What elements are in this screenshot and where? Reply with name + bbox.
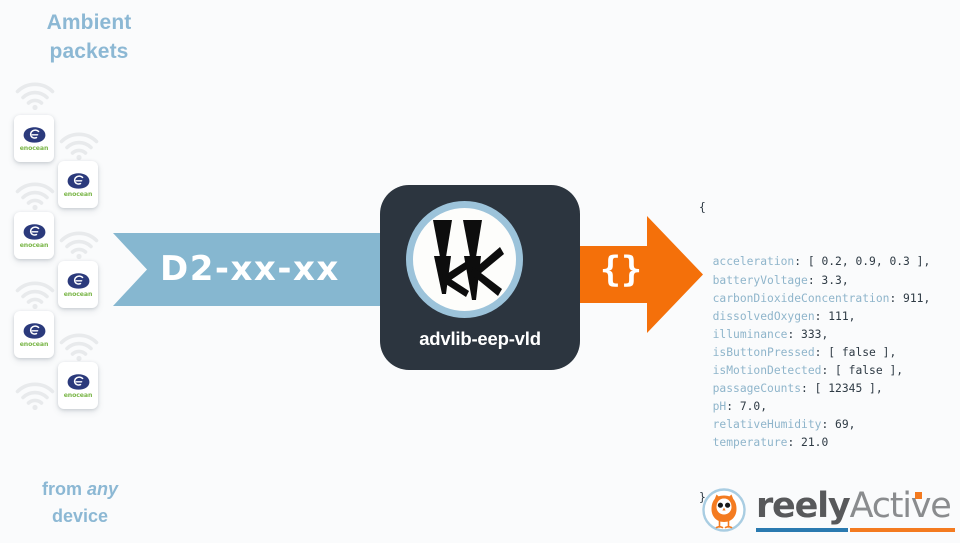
- input-banner-label: D2-xx-xx: [160, 249, 340, 289]
- json-key: temperature: [712, 436, 788, 450]
- json-key: pH: [712, 400, 727, 414]
- from-any-device-footnote: from any device: [6, 476, 154, 530]
- enocean-logo-icon: [22, 322, 47, 340]
- json-value: : [ false ],: [814, 345, 897, 359]
- json-value: : 7.0,: [726, 400, 768, 414]
- advlib-logo-glyph: [406, 201, 523, 318]
- json-key: passageCounts: [712, 382, 802, 396]
- json-entry-list: acceleration: [ 0.2, 0.9, 0.3 ], battery…: [699, 253, 931, 452]
- wifi-icon: [58, 231, 100, 259]
- wifi-icon: [14, 281, 56, 309]
- heading-line-1: Ambient: [46, 11, 132, 34]
- output-arrow-label: {}: [599, 250, 643, 290]
- reelyactive-logo[interactable]: reelyActive: [702, 486, 955, 534]
- json-value: : 333,: [787, 327, 829, 341]
- json-entry: isMotionDetected: [ false ],: [699, 362, 930, 380]
- json-value: : 3.3,: [807, 273, 849, 287]
- enocean-wordmark: enocean: [19, 144, 49, 152]
- json-key: dissolvedOxygen: [712, 309, 815, 323]
- json-value: : [ false ],: [821, 364, 904, 378]
- enocean-device-card: enocean: [14, 311, 54, 358]
- json-key: relativeHumidity: [712, 418, 822, 432]
- json-entry: dissolvedOxygen: 111,: [699, 308, 930, 326]
- json-key: batteryVoltage: [712, 273, 808, 287]
- enocean-device-card: enocean: [58, 161, 98, 208]
- enocean-logo-icon: [66, 272, 91, 290]
- enocean-logo-icon: [22, 126, 47, 144]
- wordmark-i-dot: [915, 492, 922, 499]
- wordmark-reely: reely: [756, 486, 851, 526]
- wordmark-underline-orange: [850, 528, 955, 532]
- enocean-device-card: enocean: [14, 115, 54, 162]
- json-value: : 111,: [814, 309, 856, 323]
- footnote-prefix: from: [41, 479, 87, 499]
- wifi-icon: [58, 333, 100, 361]
- enocean-wordmark: enocean: [63, 190, 93, 198]
- enocean-wordmark: enocean: [19, 241, 49, 249]
- json-value: : [ 0.2, 0.9, 0.3 ],: [794, 255, 931, 269]
- json-key: carbonDioxideConcentration: [712, 291, 890, 305]
- wordmark-underline-blue: [756, 528, 848, 532]
- json-value: : 911,: [889, 291, 931, 305]
- json-key: acceleration: [712, 255, 795, 269]
- enocean-wordmark: enocean: [63, 290, 93, 298]
- enocean-logo-icon: [66, 172, 91, 190]
- wordmark-active: Active: [849, 486, 952, 526]
- json-entry: carbonDioxideConcentration: 911,: [699, 290, 931, 308]
- wifi-icon: [14, 182, 56, 210]
- footnote-emphasis: any: [86, 479, 119, 499]
- json-key: isButtonPressed: [712, 345, 815, 359]
- enocean-device-card: enocean: [58, 362, 98, 409]
- json-open-brace: {: [699, 201, 706, 215]
- json-value: : [ 12345 ],: [801, 382, 883, 396]
- owl-icon: [702, 488, 746, 532]
- json-entry: temperature: 21.0: [699, 434, 930, 452]
- json-key: illuminance: [712, 327, 788, 341]
- json-entry: pH: 7.0,: [699, 398, 930, 416]
- enocean-wordmark: enocean: [63, 391, 93, 399]
- ambient-packets-heading: Ambient packets: [14, 8, 164, 66]
- heading-line-2: packets: [49, 40, 129, 63]
- module-name-label: advlib-eep-vld: [419, 328, 541, 349]
- wifi-icon: [58, 132, 100, 160]
- json-entry: isButtonPressed: [ false ],: [699, 344, 930, 362]
- wifi-icon: [14, 82, 56, 110]
- json-value: : 21.0: [787, 436, 829, 450]
- json-entry: relativeHumidity: 69,: [699, 416, 930, 434]
- module-tile[interactable]: advlib-eep-vld: [380, 185, 580, 370]
- json-entry: acceleration: [ 0.2, 0.9, 0.3 ],: [699, 253, 931, 271]
- json-value: : 69,: [821, 418, 856, 432]
- footnote-line-2: device: [51, 506, 109, 526]
- enocean-device-card: enocean: [58, 261, 98, 308]
- enocean-wordmark: enocean: [19, 340, 49, 348]
- json-entry: batteryVoltage: 3.3,: [699, 272, 930, 290]
- enocean-device-card: enocean: [14, 212, 54, 259]
- wifi-icon: [14, 382, 56, 410]
- json-key: isMotionDetected: [712, 364, 822, 378]
- json-entry: passageCounts: [ 12345 ],: [699, 380, 930, 398]
- json-entry: illuminance: 333,: [699, 326, 930, 344]
- slide-canvas: Ambient packets enocean enocean enocean eno…: [0, 0, 960, 540]
- enocean-logo-icon: [66, 373, 91, 391]
- enocean-logo-icon: [22, 223, 47, 241]
